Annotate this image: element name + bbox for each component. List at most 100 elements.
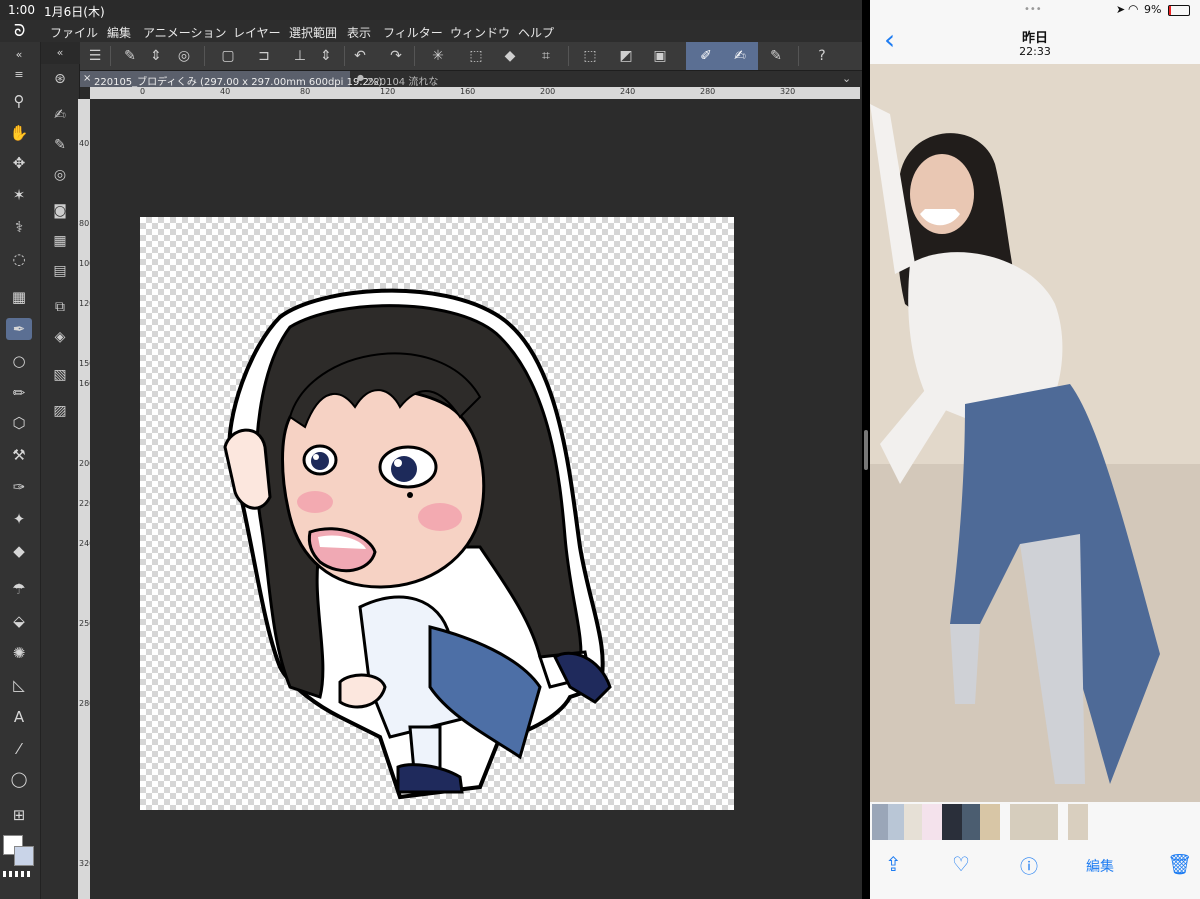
menu-layer[interactable]: レイヤー bbox=[233, 24, 281, 41]
thumbnail[interactable] bbox=[904, 804, 922, 840]
split-view-handle[interactable] bbox=[864, 430, 868, 470]
navigator-icon[interactable]: ⊛ bbox=[49, 68, 71, 90]
edit-object-icon[interactable]: ✎ bbox=[120, 46, 140, 66]
ellipse-icon[interactable]: ○ bbox=[6, 350, 32, 372]
panel-menu-icon[interactable]: ≡ bbox=[6, 64, 32, 86]
material-icon[interactable]: ▧ bbox=[49, 364, 71, 386]
fill-icon[interactable]: ⬙ bbox=[6, 610, 32, 632]
menu-animation[interactable]: アニメーション bbox=[143, 24, 227, 41]
thumbnail[interactable] bbox=[980, 804, 1000, 840]
blend-icon[interactable]: ☂ bbox=[6, 578, 32, 600]
thumbnail[interactable] bbox=[1010, 804, 1058, 840]
zoom-icon[interactable]: ⚲ bbox=[6, 90, 32, 112]
pen-setting-icon[interactable]: ✐ bbox=[696, 46, 716, 66]
brush-setting-icon[interactable]: ✍ bbox=[730, 46, 750, 66]
stamp-icon[interactable]: ⚒ bbox=[6, 444, 32, 466]
new-file-icon[interactable]: ▢ bbox=[218, 46, 238, 66]
invert-selection-icon[interactable]: ◩ bbox=[616, 46, 636, 66]
battery-icon bbox=[1168, 5, 1190, 16]
menu-edit[interactable]: 編集 bbox=[107, 24, 131, 41]
open-folder-icon[interactable]: ⊐ bbox=[254, 46, 274, 66]
loading-icon[interactable]: ✳ bbox=[428, 46, 448, 66]
tab-label: 220105_ブロディくみ (297.00 x 297.00mm 600dpi … bbox=[94, 77, 383, 88]
menu-icon[interactable]: ☰ bbox=[85, 46, 105, 66]
tab-inactive-document[interactable]: ● 220104 流れな bbox=[354, 71, 444, 88]
collapse-icon[interactable]: « bbox=[6, 44, 32, 66]
hand-icon[interactable]: ✋ bbox=[6, 122, 32, 144]
lasso-icon[interactable]: ◌ bbox=[6, 248, 32, 270]
menu-window[interactable]: ウィンドウ bbox=[450, 24, 510, 41]
selection-border-icon[interactable]: ▣ bbox=[650, 46, 670, 66]
save-icon[interactable]: ⊥ bbox=[290, 46, 310, 66]
timeline-icon[interactable]: ▤ bbox=[49, 260, 71, 282]
help-icon[interactable]: ? bbox=[812, 46, 832, 66]
drawing-canvas[interactable] bbox=[140, 217, 734, 810]
heart-icon[interactable]: ♡ bbox=[952, 852, 970, 876]
frame-icon[interactable]: ⊞ bbox=[6, 804, 32, 826]
brush-size-icon[interactable]: ◎ bbox=[49, 164, 71, 186]
chibi-illustration bbox=[223, 288, 612, 800]
close-icon[interactable]: × bbox=[83, 73, 91, 84]
multitask-dots-icon[interactable]: ••• bbox=[1024, 4, 1042, 15]
eraser-icon[interactable]: ◆ bbox=[6, 540, 32, 562]
edit-button[interactable]: 編集 bbox=[1086, 856, 1114, 876]
3d-object-icon[interactable]: ⬡ bbox=[6, 412, 32, 434]
figure-icon[interactable]: ◺ bbox=[6, 674, 32, 696]
eyedropper-icon[interactable]: ⚕ bbox=[6, 216, 32, 238]
tab-active-document[interactable]: × 220105_ブロディくみ (297.00 x 297.00mm 600dp… bbox=[80, 71, 382, 88]
thumbnail-strip bbox=[870, 802, 1200, 842]
sub-tool-pen-icon[interactable]: ✍ bbox=[49, 104, 71, 126]
ruler-tick: 240 bbox=[620, 87, 636, 96]
radial-icon[interactable]: ✺ bbox=[6, 642, 32, 664]
transparent-swatch[interactable] bbox=[3, 871, 33, 877]
pen-icon[interactable]: ✒ bbox=[6, 318, 32, 340]
thumbnail[interactable] bbox=[922, 804, 942, 840]
fill-bucket-icon[interactable]: ◆ bbox=[500, 46, 520, 66]
color-wheel-icon[interactable]: ◙ bbox=[49, 200, 71, 222]
sparkle-icon[interactable]: ✦ bbox=[6, 508, 32, 530]
menu-file[interactable]: ファイル bbox=[50, 24, 98, 41]
menu-filter[interactable]: フィルター bbox=[383, 24, 443, 41]
collapse-icon[interactable]: « bbox=[49, 42, 71, 64]
share-icon[interactable]: ⇪ bbox=[885, 852, 902, 876]
move-icon[interactable]: ✥ bbox=[6, 152, 32, 174]
up-down-arrows-icon[interactable]: ⇕ bbox=[316, 46, 336, 66]
layer-property-icon[interactable]: ⧉ bbox=[49, 296, 71, 318]
transform-icon[interactable]: ⬚ bbox=[466, 46, 486, 66]
ruler-tick: 160 bbox=[460, 87, 476, 96]
thumbnail[interactable] bbox=[1068, 804, 1088, 840]
sub-color-swatch[interactable] bbox=[14, 846, 34, 866]
ruler-pen-icon[interactable]: ✎ bbox=[766, 46, 786, 66]
sub-view-icon[interactable]: ▨ bbox=[49, 400, 71, 422]
info-icon[interactable]: ⓘ bbox=[1020, 853, 1038, 879]
thumbnail[interactable] bbox=[962, 804, 980, 840]
undo-icon[interactable]: ↶ bbox=[350, 46, 370, 66]
airbrush-icon[interactable]: ✑ bbox=[6, 476, 32, 498]
color-set-icon[interactable]: ▦ bbox=[49, 230, 71, 252]
thumbnail[interactable] bbox=[888, 804, 904, 840]
menu-help[interactable]: ヘルプ bbox=[518, 24, 554, 41]
crop-icon[interactable]: ⌗ bbox=[536, 46, 556, 66]
trash-icon[interactable]: 🗑 bbox=[1167, 852, 1192, 876]
tool-property-icon[interactable]: ✎ bbox=[49, 134, 71, 156]
text-icon[interactable]: A bbox=[6, 706, 32, 728]
chevron-down-icon[interactable]: ⌄ bbox=[842, 72, 851, 85]
app-logo[interactable]: ᘐ bbox=[14, 21, 25, 41]
photo-time-subtitle: 22:33 bbox=[1019, 45, 1051, 58]
magic-wand-icon[interactable]: ✶ bbox=[6, 184, 32, 206]
menu-view[interactable]: 表示 bbox=[347, 24, 371, 41]
line-icon[interactable]: ⁄ bbox=[6, 738, 32, 760]
ruler-tick: 40 bbox=[79, 139, 90, 148]
deselect-icon[interactable]: ⬚ bbox=[580, 46, 600, 66]
layer-icon[interactable]: ◈ bbox=[49, 326, 71, 348]
menu-selection[interactable]: 選択範囲 bbox=[289, 24, 337, 41]
up-down-arrows-icon[interactable]: ⇕ bbox=[146, 46, 166, 66]
thumbnail[interactable] bbox=[872, 804, 888, 840]
marker-icon[interactable]: ✏ bbox=[6, 382, 32, 404]
thumbnail[interactable] bbox=[942, 804, 962, 840]
gradient-icon[interactable]: ▦ bbox=[6, 286, 32, 308]
balloon-icon[interactable]: ◯ bbox=[6, 768, 32, 790]
spiral-icon[interactable]: ◎ bbox=[174, 46, 194, 66]
reference-photo[interactable] bbox=[870, 64, 1200, 802]
redo-icon[interactable]: ↷ bbox=[386, 46, 406, 66]
